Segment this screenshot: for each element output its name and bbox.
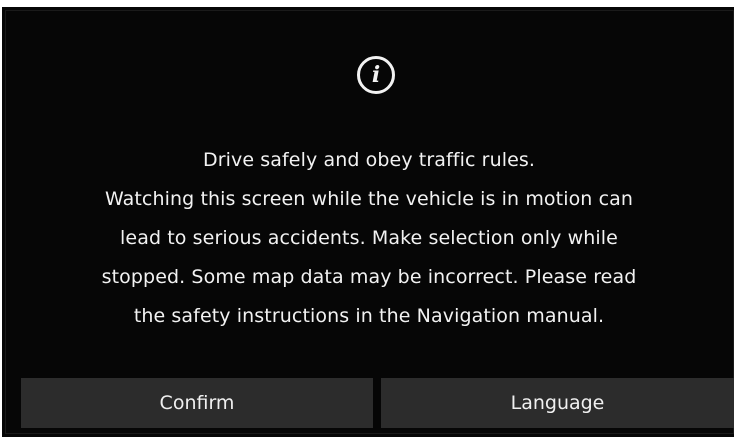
- info-icon: i: [357, 56, 395, 94]
- message-line: stopped. Some map data may be incorrect.…: [101, 266, 637, 288]
- message-line: lead to serious accidents. Make selectio…: [120, 227, 618, 249]
- message-line: Drive safely and obey traffic rules.: [202, 149, 536, 171]
- language-button[interactable]: Language: [381, 378, 734, 428]
- navigation-safety-dialog: i Drive safely and obey traffic rules. W…: [2, 7, 734, 437]
- info-icon-glyph: i: [371, 62, 381, 88]
- message-line: Watching this screen while the vehicle i…: [104, 188, 634, 210]
- safety-message: Drive safely and obey traffic rules. Wat…: [22, 141, 716, 336]
- language-button-label: Language: [510, 392, 605, 414]
- message-line: the safety instructions in the Navigatio…: [133, 305, 605, 327]
- confirm-button-label: Confirm: [159, 392, 235, 414]
- confirm-button[interactable]: Confirm: [21, 378, 373, 428]
